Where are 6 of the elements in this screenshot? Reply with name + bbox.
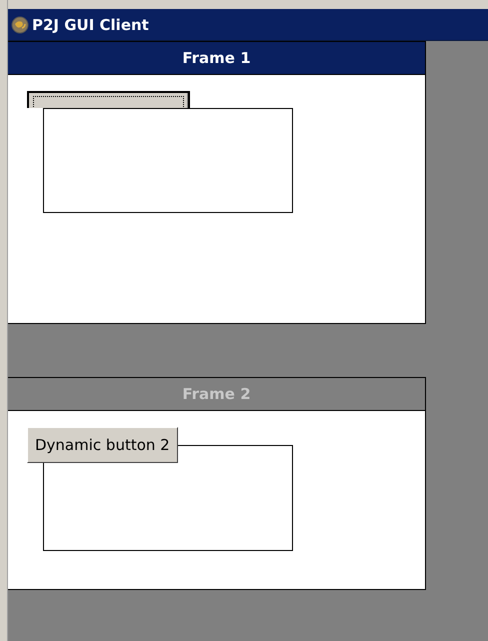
dynamic-button[interactable]: Dynamic button 2: [27, 427, 178, 463]
frame-title: Frame 2: [182, 385, 251, 403]
globe-icon: [11, 16, 29, 34]
window-title: P2J GUI Client: [32, 16, 149, 34]
dynamic-button[interactable]: [27, 91, 190, 108]
frame-title: Frame 1: [182, 49, 251, 67]
